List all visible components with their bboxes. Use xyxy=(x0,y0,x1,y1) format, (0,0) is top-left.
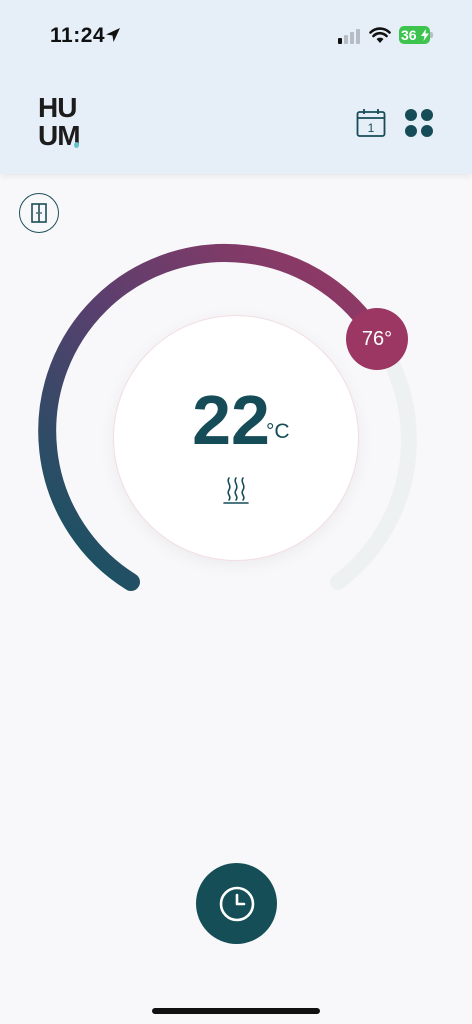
logo-line-2: UM xyxy=(38,120,81,151)
target-temperature: 76° xyxy=(361,327,393,350)
huum-logo: HU UM xyxy=(38,94,94,150)
door-button[interactable] xyxy=(19,193,59,233)
current-temperature: 22 xyxy=(192,381,270,459)
grid-menu-icon[interactable] xyxy=(404,108,434,138)
charging-bolt-icon xyxy=(421,29,429,41)
battery-indicator: 36 xyxy=(399,26,433,44)
timer-button[interactable] xyxy=(196,863,277,944)
calendar-icon[interactable]: 1 xyxy=(356,108,386,138)
status-bar: 11:24 36 xyxy=(0,0,472,70)
heat-waves-icon xyxy=(223,477,249,504)
clock-icon xyxy=(219,886,254,921)
wifi-icon xyxy=(369,27,391,43)
logo-line-1: HU xyxy=(38,92,77,123)
app-header: 11:24 36 HU UM 1 xyxy=(0,0,472,174)
door-icon xyxy=(31,203,47,223)
home-indicator xyxy=(152,1008,320,1014)
calendar-day: 1 xyxy=(368,121,375,135)
location-arrow-icon xyxy=(106,28,120,42)
target-temperature-handle[interactable]: 76° xyxy=(346,308,408,370)
status-time: 11:24 xyxy=(50,24,106,47)
cellular-signal-icon xyxy=(338,29,360,44)
logo-drop xyxy=(74,142,79,148)
battery-cap xyxy=(430,32,433,38)
battery-level: 36 xyxy=(401,27,417,43)
temperature-unit: °C xyxy=(266,420,290,443)
